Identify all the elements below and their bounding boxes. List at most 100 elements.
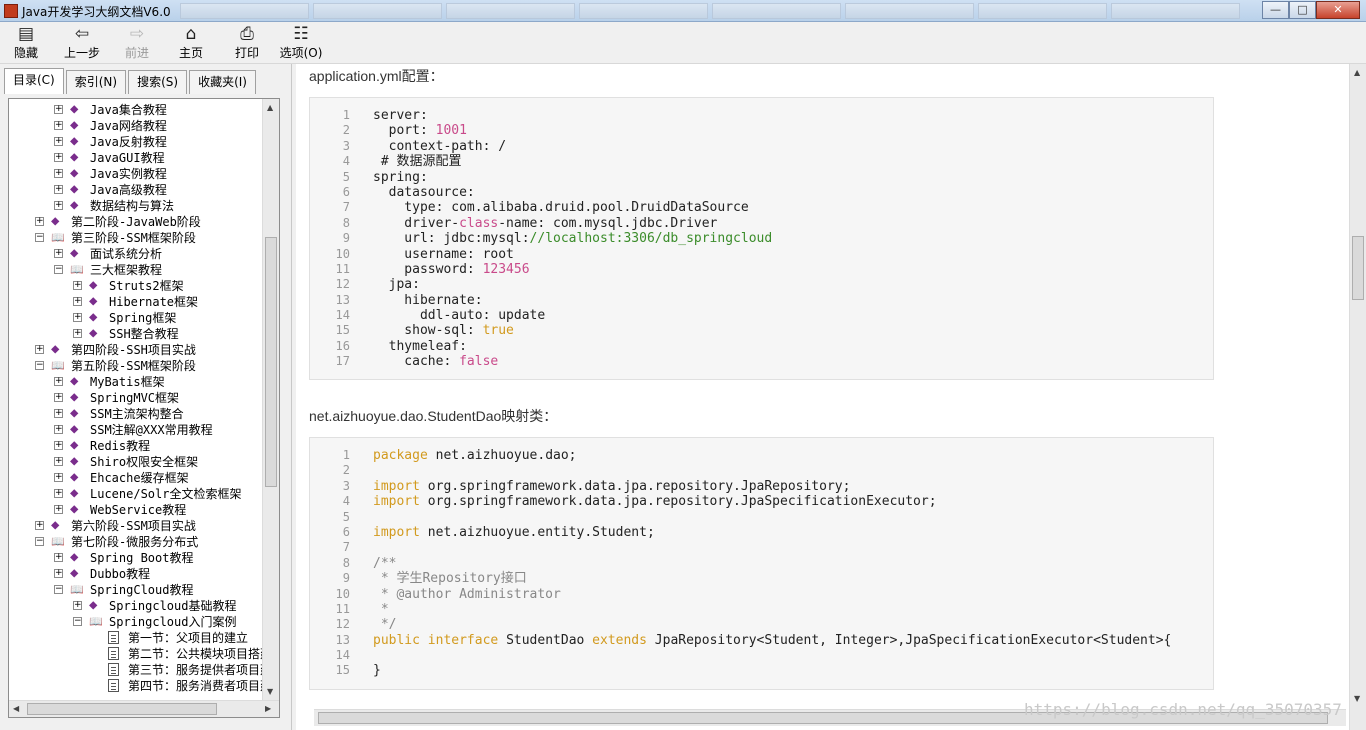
expand-icon[interactable]: + (54, 553, 63, 562)
expand-icon[interactable]: + (73, 313, 82, 322)
tree-item[interactable]: + ◆ Shiro权限安全框架 (9, 454, 262, 470)
content-vertical-scrollbar[interactable]: ▲ ▼ (1349, 64, 1366, 730)
expand-icon[interactable]: + (73, 601, 82, 610)
tree-item[interactable]: − 📖 SpringCloud教程 (9, 582, 262, 598)
tree-item[interactable]: + ◆ Ehcache缓存框架 (9, 470, 262, 486)
tree-item[interactable]: + ◆ Java实例教程 (9, 166, 262, 182)
scroll-up-icon[interactable]: ▲ (267, 103, 273, 112)
tree-vertical-scrollbar[interactable]: ▲ ▼ (262, 99, 279, 701)
expand-icon[interactable]: + (73, 297, 82, 306)
code-line: 14 ddl-auto: update (310, 308, 1213, 323)
tree-item[interactable]: + ◆ Lucene/Solr全文检索框架 (9, 486, 262, 502)
collapse-icon[interactable]: − (35, 233, 44, 242)
book-icon: ◆ (70, 197, 79, 213)
tree-item[interactable]: + ◆ SSM注解@XXX常用教程 (9, 422, 262, 438)
tree-item[interactable]: + ◆ 第四阶段-SSH项目实战 (9, 342, 262, 358)
tree-item[interactable]: − 📖 第七阶段-微服务分布式 (9, 534, 262, 550)
collapse-icon[interactable]: − (54, 585, 63, 594)
expand-icon[interactable]: + (73, 281, 82, 290)
tree-item[interactable]: + ◆ 第六阶段-SSM项目实战 (9, 518, 262, 534)
expand-icon[interactable]: + (54, 153, 63, 162)
tree-item[interactable]: + ◆ JavaGUI教程 (9, 150, 262, 166)
scroll-up-icon[interactable]: ▲ (1354, 68, 1360, 77)
minimize-button[interactable]: — (1262, 1, 1289, 19)
expand-icon[interactable]: + (54, 409, 63, 418)
forward-button[interactable]: ⇨ 前进 (120, 24, 154, 62)
expand-icon[interactable]: + (54, 393, 63, 402)
maximize-button[interactable]: □ (1289, 1, 1316, 19)
tree-item[interactable]: + ◆ 第二阶段-JavaWeb阶段 (9, 214, 262, 230)
tree-item[interactable]: + ◆ Spring Boot教程 (9, 550, 262, 566)
tree-item[interactable]: + ◆ MyBatis框架 (9, 374, 262, 390)
tree-item[interactable]: + ◆ Java反射教程 (9, 134, 262, 150)
expand-icon[interactable]: + (54, 249, 63, 258)
expand-icon[interactable]: + (54, 377, 63, 386)
content-scroll-thumb[interactable] (1352, 236, 1364, 300)
expand-icon[interactable]: + (54, 137, 63, 146)
expand-icon[interactable]: + (35, 217, 44, 226)
tree-item[interactable]: + ◆ 数据结构与算法 (9, 198, 262, 214)
tree-horizontal-scrollbar[interactable]: ◀ ▶ (9, 700, 279, 717)
scroll-down-icon[interactable]: ▼ (1354, 694, 1360, 703)
tree-item[interactable]: 第二节：公共模块项目搭建 (9, 646, 262, 662)
expand-icon[interactable]: + (54, 457, 63, 466)
tree-item[interactable]: − 📖 第三阶段-SSM框架阶段 (9, 230, 262, 246)
close-button[interactable]: ✕ (1316, 1, 1360, 19)
tree-item[interactable]: + ◆ Redis教程 (9, 438, 262, 454)
expand-icon[interactable]: + (54, 121, 63, 130)
collapse-icon[interactable]: − (54, 265, 63, 274)
tree-item[interactable]: 第一节：父项目的建立 (9, 630, 262, 646)
options-button[interactable]: ☷ 选项(O) (278, 24, 324, 62)
expand-icon[interactable]: + (54, 505, 63, 514)
expand-icon[interactable]: + (54, 473, 63, 482)
tree-item[interactable]: + ◆ SSH整合教程 (9, 326, 262, 342)
expand-icon[interactable]: + (35, 521, 44, 530)
tree-item[interactable]: + ◆ SSM主流架构整合 (9, 406, 262, 422)
tree-item[interactable]: − 📖 Springcloud入门案例 (9, 614, 262, 630)
tree-item[interactable]: + ◆ Hibernate框架 (9, 294, 262, 310)
tree-item[interactable]: + ◆ WebService教程 (9, 502, 262, 518)
print-button[interactable]: ⎙ 打印 (230, 24, 264, 62)
tab-search[interactable]: 搜索(S) (128, 70, 188, 94)
expand-icon[interactable]: + (54, 169, 63, 178)
expand-icon[interactable]: + (54, 201, 63, 210)
scroll-down-icon[interactable]: ▼ (267, 687, 273, 696)
expand-icon[interactable]: + (54, 569, 63, 578)
tab-favorites[interactable]: 收藏夹(I) (189, 70, 256, 94)
expand-icon[interactable]: + (54, 489, 63, 498)
tree-item[interactable]: 第三节：服务提供者项目建立 (9, 662, 262, 678)
hide-button[interactable]: ▤ 隐藏 (8, 24, 44, 62)
tree-item[interactable]: + ◆ Java网络教程 (9, 118, 262, 134)
scroll-right-icon[interactable]: ▶ (265, 704, 271, 713)
tree-item[interactable]: + ◆ 面试系统分析 (9, 246, 262, 262)
tree-item[interactable]: + ◆ Spring框架 (9, 310, 262, 326)
collapse-icon[interactable]: − (73, 617, 82, 626)
tree-item[interactable]: − 📖 三大框架教程 (9, 262, 262, 278)
expand-icon[interactable]: + (54, 425, 63, 434)
expand-icon[interactable]: + (54, 105, 63, 114)
tree-item[interactable]: + ◆ Java集合教程 (9, 102, 262, 118)
expand-icon[interactable]: + (54, 185, 63, 194)
expand-icon[interactable]: + (54, 441, 63, 450)
tree-item[interactable]: − 📖 第五阶段-SSM框架阶段 (9, 358, 262, 374)
tree-item[interactable]: + ◆ Dubbo教程 (9, 566, 262, 582)
tree-hscroll-thumb[interactable] (27, 703, 217, 715)
code-text: show-sql: true (373, 323, 514, 339)
back-button[interactable]: ⇦ 上一步 (58, 24, 106, 62)
expand-icon[interactable]: + (73, 329, 82, 338)
collapse-icon[interactable]: − (35, 537, 44, 546)
scroll-left-icon[interactable]: ◀ (13, 704, 19, 713)
code-text: jpa: (373, 277, 420, 293)
tab-contents[interactable]: 目录(C) (4, 68, 64, 94)
home-button[interactable]: ⌂ 主页 (174, 24, 208, 62)
collapse-icon[interactable]: − (35, 361, 44, 370)
tree-item-label: Hibernate框架 (109, 295, 199, 309)
tree-item[interactable]: + ◆ SpringMVC框架 (9, 390, 262, 406)
tree-item[interactable]: + ◆ Springcloud基础教程 (9, 598, 262, 614)
tab-index[interactable]: 索引(N) (65, 70, 127, 94)
tree-item[interactable]: 第四节：服务消费者项目建立 (9, 678, 262, 694)
expand-icon[interactable]: + (35, 345, 44, 354)
tree-item[interactable]: + ◆ Struts2框架 (9, 278, 262, 294)
tree-item[interactable]: + ◆ Java高级教程 (9, 182, 262, 198)
tree-scroll-thumb[interactable] (265, 237, 277, 487)
